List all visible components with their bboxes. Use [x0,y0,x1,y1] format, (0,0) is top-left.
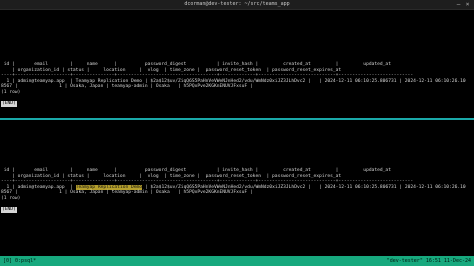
output-line: id | email | name | password_digest | in… [1,62,391,67]
minimize-button[interactable]: – [455,1,462,8]
window-list[interactable]: [0] 0:psql* [3,256,36,266]
pager-end-indicator: (END) [1,101,17,107]
status-right: "dev-tester" 16:51 11-Dec-24 [386,258,471,264]
output-line: ----+--------------------+--------------… [1,179,414,185]
close-button[interactable]: × [464,1,471,8]
query-output-top: id | email | name | password_digest | in… [1,62,466,107]
output-line: | organization_id | status | location | … [1,173,342,179]
row-count: (1 row) [1,89,21,95]
window-title: dcorman@dev-tester: ~/src/teams_app [184,1,290,7]
output-line: id | email | name | password_digest | in… [1,168,391,173]
query-output-bottom: id | email | name | password_digest | in… [1,168,466,213]
row-count: (1 row) [1,195,21,201]
terminal-pane-top[interactable]: id | email | name | password_digest | in… [0,10,474,118]
tmux-status-bar: [0] 0:psql* "dev-tester" 16:51 11-Dec-24 [0,256,474,266]
window-titlebar: dcorman@dev-tester: ~/src/teams_app – × [0,0,474,10]
output-line: ----+--------------------+--------------… [1,73,414,79]
output-line: 8567 | 1 | Osaka, Japan | teamyap-admin … [1,190,253,196]
pane-divider[interactable] [0,118,474,120]
output-line: | organization_id | status | location | … [1,67,342,73]
terminal-pane-bottom[interactable]: id | email | name | password_digest | in… [0,121,474,251]
pager-end-indicator: (END) [1,207,17,213]
output-line: 8567 | 1 | Osaka, Japan | teamyap-admin … [1,84,253,90]
